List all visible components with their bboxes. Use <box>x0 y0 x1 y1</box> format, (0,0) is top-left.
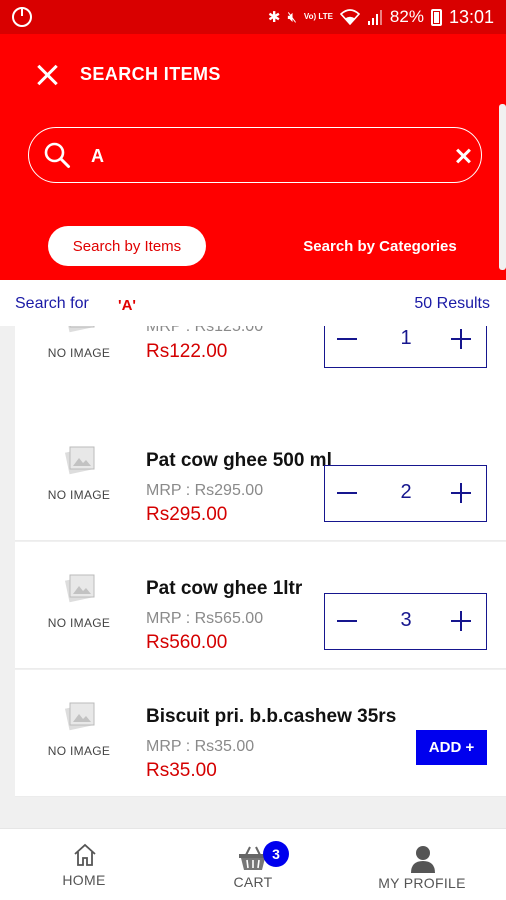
item-thumbnail: NO IMAGE <box>35 326 123 374</box>
item-name: Biscuit pri. b.b.cashew 35rs <box>146 706 397 727</box>
item-name: Pat cow ghee 1ltr <box>146 578 303 599</box>
item-thumbnail: NO IMAGE <box>35 442 123 516</box>
bluetooth-icon: ✱ <box>267 8 281 26</box>
item-mrp: MRP : Rs125.00 <box>146 326 264 335</box>
no-image-label: NO IMAGE <box>47 346 111 360</box>
results-bar: Search for 'A' 50 Results <box>0 280 506 326</box>
battery-percent: 82% <box>389 7 424 26</box>
bottom-nav: HOME 3 CART MY PROFILE <box>0 828 506 900</box>
item-mrp: MRP : Rs35.00 <box>146 738 255 755</box>
search-box <box>28 127 482 183</box>
results-count: 50 Results <box>414 295 490 312</box>
no-image-label: NO IMAGE <box>47 616 111 630</box>
item-thumbnail: NO IMAGE <box>35 698 123 772</box>
status-bar: ✱ 🔇︎ Vo) LTE 82% 13:01 <box>0 0 506 34</box>
item-thumbnail: NO IMAGE <box>35 570 123 644</box>
list-item[interactable]: NO IMAGE Biscuit pri. b.b.cashew 35rs MR… <box>15 670 506 797</box>
item-price: Rs35.00 <box>146 760 217 781</box>
item-name: Pat cow ghee 500 ml <box>146 450 332 471</box>
quantity-value: 2 <box>400 481 412 503</box>
minus-icon <box>337 620 357 622</box>
tab-search-by-categories[interactable]: Search by Categories <box>282 226 478 266</box>
close-icon[interactable] <box>34 62 60 88</box>
no-image-label: NO IMAGE <box>47 488 111 502</box>
cart-count-badge: 3 <box>263 841 289 867</box>
quantity-stepper: 3 <box>324 593 487 650</box>
search-input[interactable] <box>91 142 431 170</box>
list-item[interactable]: NO IMAGE MRP : Rs125.00 Rs122.00 1 <box>15 326 506 427</box>
volte-indicator: Vo) LTE <box>303 12 333 21</box>
no-image-label: NO IMAGE <box>47 744 111 758</box>
add-to-cart-button[interactable]: ADD + <box>416 730 487 765</box>
battery-icon <box>430 8 442 26</box>
wifi-icon <box>339 9 360 25</box>
search-header: SEARCH ITEMS Search by Items Search by C… <box>0 34 506 280</box>
item-mrp: MRP : Rs295.00 <box>146 482 264 499</box>
nav-home-label: HOME <box>62 872 106 888</box>
list-item[interactable]: NO IMAGE Pat cow ghee 1ltr MRP : Rs565.0… <box>15 542 506 669</box>
quantity-stepper: 2 <box>324 465 487 522</box>
no-image-icon <box>64 326 95 333</box>
nav-profile-label: MY PROFILE <box>378 875 466 891</box>
item-price: Rs295.00 <box>146 504 228 525</box>
minus-icon <box>337 492 357 494</box>
page-title: SEARCH ITEMS <box>80 64 221 84</box>
quantity-stepper: 1 <box>324 326 487 368</box>
search-icon <box>44 142 70 168</box>
tab-search-by-items[interactable]: Search by Items <box>48 226 206 266</box>
list-item[interactable]: NO IMAGE Pat cow ghee 500 ml MRP : Rs295… <box>15 414 506 541</box>
nav-home[interactable]: HOME <box>0 829 168 900</box>
home-icon <box>74 843 96 866</box>
no-image-icon <box>64 446 95 475</box>
item-price: Rs560.00 <box>146 632 228 653</box>
search-term: 'A' <box>118 297 136 314</box>
nav-cart-label: CART <box>233 874 273 890</box>
nav-profile[interactable]: MY PROFILE <box>338 829 506 900</box>
no-image-icon <box>64 574 95 603</box>
clock: 13:01 <box>448 6 494 27</box>
search-for-label: Search for <box>15 295 89 312</box>
profile-icon <box>411 846 435 873</box>
clear-icon[interactable] <box>454 147 472 165</box>
minus-icon <box>337 338 357 340</box>
item-list[interactable]: NO IMAGE MRP : Rs125.00 Rs122.00 1 NO IM… <box>0 326 506 828</box>
item-price: Rs122.00 <box>146 341 228 362</box>
increment-button[interactable] <box>451 329 471 349</box>
nav-cart[interactable]: 3 CART <box>169 829 337 900</box>
scrollbar[interactable] <box>499 104 506 270</box>
decrement-button[interactable] <box>325 326 375 366</box>
quantity-value: 1 <box>400 327 412 349</box>
mute-icon: 🔇︎ <box>287 8 297 26</box>
signal-icon <box>367 10 382 25</box>
no-image-icon <box>64 702 95 731</box>
item-mrp: MRP : Rs565.00 <box>146 610 264 627</box>
increment-button[interactable] <box>451 483 471 503</box>
increment-button[interactable] <box>451 611 471 631</box>
power-icon <box>12 7 32 27</box>
quantity-value: 3 <box>400 609 412 631</box>
